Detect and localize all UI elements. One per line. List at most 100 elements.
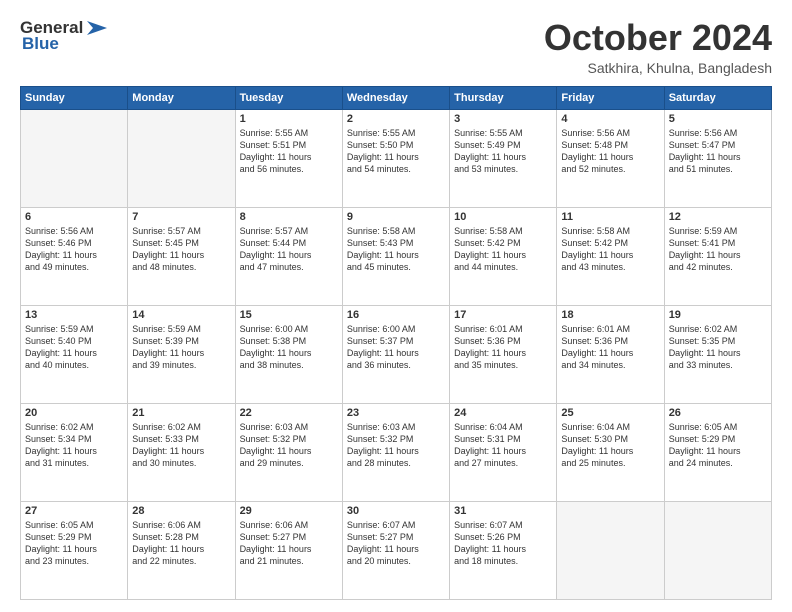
calendar-cell: 11 Sunrise: 5:58 AM Sunset: 5:42 PM Dayli… bbox=[557, 207, 664, 305]
day-info: Sunrise: 6:02 AM Sunset: 5:35 PM Dayligh… bbox=[669, 323, 767, 372]
day-info: Sunrise: 5:58 AM Sunset: 5:43 PM Dayligh… bbox=[347, 225, 445, 274]
calendar-cell bbox=[128, 109, 235, 207]
calendar-cell: 23 Sunrise: 6:03 AM Sunset: 5:32 PM Dayli… bbox=[342, 403, 449, 501]
day-number: 21 bbox=[132, 407, 230, 419]
col-header-tuesday: Tuesday bbox=[235, 86, 342, 109]
day-number: 12 bbox=[669, 211, 767, 223]
day-number: 24 bbox=[454, 407, 552, 419]
day-number: 10 bbox=[454, 211, 552, 223]
day-info: Sunrise: 5:58 AM Sunset: 5:42 PM Dayligh… bbox=[454, 225, 552, 274]
day-number: 1 bbox=[240, 113, 338, 125]
day-number: 20 bbox=[25, 407, 123, 419]
day-info: Sunrise: 5:55 AM Sunset: 5:51 PM Dayligh… bbox=[240, 127, 338, 176]
day-number: 9 bbox=[347, 211, 445, 223]
day-info: Sunrise: 6:06 AM Sunset: 5:28 PM Dayligh… bbox=[132, 519, 230, 568]
day-number: 15 bbox=[240, 309, 338, 321]
day-number: 30 bbox=[347, 505, 445, 517]
day-number: 17 bbox=[454, 309, 552, 321]
calendar-cell: 5Sunrise: 5:56 AM Sunset: 5:47 PM Daylig… bbox=[664, 109, 771, 207]
calendar-cell: 1 Sunrise: 5:55 AM Sunset: 5:51 PM Daylig… bbox=[235, 109, 342, 207]
calendar-cell: 19 Sunrise: 6:02 AM Sunset: 5:35 PM Dayli… bbox=[664, 305, 771, 403]
calendar-cell: 4 Sunrise: 5:56 AM Sunset: 5:48 PM Daylig… bbox=[557, 109, 664, 207]
day-number: 19 bbox=[669, 309, 767, 321]
day-info: Sunrise: 5:57 AM Sunset: 5:45 PM Dayligh… bbox=[132, 225, 230, 274]
calendar-cell: 21 Sunrise: 6:02 AM Sunset: 5:33 PM Dayli… bbox=[128, 403, 235, 501]
day-number: 2 bbox=[347, 113, 445, 125]
calendar-cell: 3 Sunrise: 5:55 AM Sunset: 5:49 PM Daylig… bbox=[450, 109, 557, 207]
day-info: Sunrise: 6:05 AM Sunset: 5:29 PM Dayligh… bbox=[669, 421, 767, 470]
calendar-cell: 13Sunrise: 5:59 AM Sunset: 5:40 PM Dayli… bbox=[21, 305, 128, 403]
day-number: 4 bbox=[561, 113, 659, 125]
calendar-cell: 9 Sunrise: 5:58 AM Sunset: 5:43 PM Daylig… bbox=[342, 207, 449, 305]
day-info: Sunrise: 6:01 AM Sunset: 5:36 PM Dayligh… bbox=[454, 323, 552, 372]
logo-blue: Blue bbox=[22, 34, 59, 54]
day-info: Sunrise: 5:57 AM Sunset: 5:44 PM Dayligh… bbox=[240, 225, 338, 274]
calendar-cell: 6Sunrise: 5:56 AM Sunset: 5:46 PM Daylig… bbox=[21, 207, 128, 305]
day-info: Sunrise: 6:02 AM Sunset: 5:33 PM Dayligh… bbox=[132, 421, 230, 470]
col-header-friday: Friday bbox=[557, 86, 664, 109]
day-info: Sunrise: 6:00 AM Sunset: 5:38 PM Dayligh… bbox=[240, 323, 338, 372]
day-number: 14 bbox=[132, 309, 230, 321]
day-info: Sunrise: 6:03 AM Sunset: 5:32 PM Dayligh… bbox=[347, 421, 445, 470]
calendar-cell: 8 Sunrise: 5:57 AM Sunset: 5:44 PM Daylig… bbox=[235, 207, 342, 305]
day-info: Sunrise: 6:04 AM Sunset: 5:31 PM Dayligh… bbox=[454, 421, 552, 470]
day-info: Sunrise: 5:55 AM Sunset: 5:50 PM Dayligh… bbox=[347, 127, 445, 176]
calendar-cell: 12 Sunrise: 5:59 AM Sunset: 5:41 PM Dayli… bbox=[664, 207, 771, 305]
col-header-thursday: Thursday bbox=[450, 86, 557, 109]
day-number: 7 bbox=[132, 211, 230, 223]
day-info: Sunrise: 6:03 AM Sunset: 5:32 PM Dayligh… bbox=[240, 421, 338, 470]
day-number: 22 bbox=[240, 407, 338, 419]
calendar-cell: 14 Sunrise: 5:59 AM Sunset: 5:39 PM Dayli… bbox=[128, 305, 235, 403]
col-header-sunday: Sunday bbox=[21, 86, 128, 109]
calendar-cell: 2 Sunrise: 5:55 AM Sunset: 5:50 PM Daylig… bbox=[342, 109, 449, 207]
day-number: 13 bbox=[25, 309, 123, 321]
calendar-cell: 16 Sunrise: 6:00 AM Sunset: 5:37 PM Dayli… bbox=[342, 305, 449, 403]
day-info: Sunrise: 6:00 AM Sunset: 5:37 PM Dayligh… bbox=[347, 323, 445, 372]
calendar-cell: 7 Sunrise: 5:57 AM Sunset: 5:45 PM Daylig… bbox=[128, 207, 235, 305]
logo-arrow-icon bbox=[83, 19, 111, 37]
col-header-saturday: Saturday bbox=[664, 86, 771, 109]
calendar-cell: 17 Sunrise: 6:01 AM Sunset: 5:36 PM Dayli… bbox=[450, 305, 557, 403]
day-info: Sunrise: 5:56 AM Sunset: 5:47 PM Dayligh… bbox=[669, 127, 767, 176]
day-number: 28 bbox=[132, 505, 230, 517]
calendar-cell bbox=[21, 109, 128, 207]
calendar-cell: 20 Sunrise: 6:02 AM Sunset: 5:34 PM Dayli… bbox=[21, 403, 128, 501]
day-number: 18 bbox=[561, 309, 659, 321]
day-number: 31 bbox=[454, 505, 552, 517]
calendar-cell: 15 Sunrise: 6:00 AM Sunset: 5:38 PM Dayli… bbox=[235, 305, 342, 403]
day-info: Sunrise: 5:55 AM Sunset: 5:49 PM Dayligh… bbox=[454, 127, 552, 176]
day-info: Sunrise: 5:59 AM Sunset: 5:39 PM Dayligh… bbox=[132, 323, 230, 372]
calendar-cell: 27Sunrise: 6:05 AM Sunset: 5:29 PM Dayli… bbox=[21, 501, 128, 599]
calendar-cell: 29Sunrise: 6:06 AM Sunset: 5:27 PM Dayli… bbox=[235, 501, 342, 599]
calendar-cell: 25 Sunrise: 6:04 AM Sunset: 5:30 PM Dayli… bbox=[557, 403, 664, 501]
day-number: 8 bbox=[240, 211, 338, 223]
col-header-monday: Monday bbox=[128, 86, 235, 109]
day-info: Sunrise: 6:04 AM Sunset: 5:30 PM Dayligh… bbox=[561, 421, 659, 470]
day-number: 16 bbox=[347, 309, 445, 321]
day-info: Sunrise: 6:07 AM Sunset: 5:26 PM Dayligh… bbox=[454, 519, 552, 568]
title-block: October 2024 Satkhira, Khulna, Banglades… bbox=[544, 18, 772, 76]
day-info: Sunrise: 6:02 AM Sunset: 5:34 PM Dayligh… bbox=[25, 421, 123, 470]
day-info: Sunrise: 5:58 AM Sunset: 5:42 PM Dayligh… bbox=[561, 225, 659, 274]
header: General Blue October 2024 Satkhira, Khul… bbox=[20, 18, 772, 76]
day-number: 23 bbox=[347, 407, 445, 419]
calendar-cell: 22 Sunrise: 6:03 AM Sunset: 5:32 PM Dayli… bbox=[235, 403, 342, 501]
day-number: 29 bbox=[240, 505, 338, 517]
calendar-cell: 18 Sunrise: 6:01 AM Sunset: 5:36 PM Dayli… bbox=[557, 305, 664, 403]
calendar-cell bbox=[557, 501, 664, 599]
day-number: 11 bbox=[561, 211, 659, 223]
month-title: October 2024 bbox=[544, 18, 772, 58]
day-info: Sunrise: 5:59 AM Sunset: 5:41 PM Dayligh… bbox=[669, 225, 767, 274]
day-info: Sunrise: 6:07 AM Sunset: 5:27 PM Dayligh… bbox=[347, 519, 445, 568]
day-number: 26 bbox=[669, 407, 767, 419]
day-info: Sunrise: 6:01 AM Sunset: 5:36 PM Dayligh… bbox=[561, 323, 659, 372]
calendar-cell: 10 Sunrise: 5:58 AM Sunset: 5:42 PM Dayli… bbox=[450, 207, 557, 305]
day-info: Sunrise: 6:05 AM Sunset: 5:29 PM Dayligh… bbox=[25, 519, 123, 568]
calendar-cell: 31 Sunrise: 6:07 AM Sunset: 5:26 PM Dayli… bbox=[450, 501, 557, 599]
day-number: 25 bbox=[561, 407, 659, 419]
page: General Blue October 2024 Satkhira, Khul… bbox=[0, 0, 792, 612]
day-info: Sunrise: 5:56 AM Sunset: 5:48 PM Dayligh… bbox=[561, 127, 659, 176]
day-number: 3 bbox=[454, 113, 552, 125]
calendar-table: SundayMondayTuesdayWednesdayThursdayFrid… bbox=[20, 86, 772, 600]
calendar-cell: 30 Sunrise: 6:07 AM Sunset: 5:27 PM Dayli… bbox=[342, 501, 449, 599]
